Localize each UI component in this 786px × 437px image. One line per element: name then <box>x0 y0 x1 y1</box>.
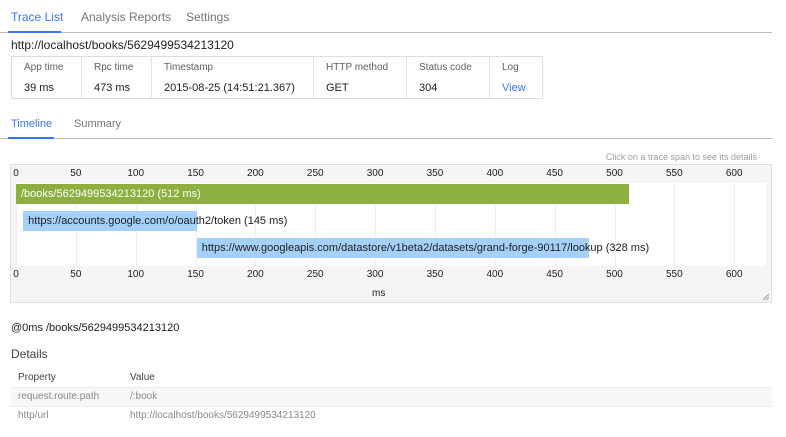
table-row: http/url http://localhost/books/56294995… <box>11 406 772 425</box>
timeline-tick-label-top: 450 <box>546 168 563 179</box>
timeline-tick-label-top: 600 <box>725 168 743 179</box>
value-cell: http://localhost/books/5629499534213120 <box>130 410 316 421</box>
main-tabs: Trace List Analysis Reports Settings <box>0 0 772 33</box>
timeline-tick-label-bottom: 450 <box>546 269 563 280</box>
timeline-tick-label-bottom: 550 <box>666 269 683 280</box>
timeline-gridline <box>674 183 676 266</box>
timeline-tick-label-bottom: 50 <box>70 269 82 280</box>
timeline-tick-label-bottom: 400 <box>486 269 504 280</box>
summary-col-app-time: App time 39 ms <box>12 57 81 98</box>
timeline-tick-label-top: 300 <box>366 168 384 179</box>
span-label[interactable]: https://accounts.google.com/o/oauth2/tok… <box>28 211 287 231</box>
timeline-tick-label-bottom: 100 <box>127 269 145 280</box>
summary-value: GET <box>326 82 349 94</box>
view-log-link[interactable]: View <box>502 82 526 94</box>
summary-col-log: Log View <box>489 57 543 98</box>
trace-url-title: http://localhost/books/5629499534213120 <box>11 38 234 52</box>
timeline-tick-label-top: 350 <box>426 168 444 179</box>
timeline-tick-label-top: 50 <box>70 168 82 179</box>
summary-value: 2015-08-25 (14:51:21.367) <box>164 82 295 94</box>
timeline-tick-label-top: 500 <box>606 168 623 179</box>
tab-settings[interactable]: Settings <box>186 10 229 24</box>
details-header-row: Property Value <box>11 369 772 387</box>
resize-handle-icon[interactable] <box>762 293 769 300</box>
tab-summary[interactable]: Summary <box>74 118 121 130</box>
trace-timeline: 0 0 50 50 100 100 150 150 200 200 250 250 300 300 350 3… <box>10 164 772 303</box>
selected-span-title: @0ms /books/5629499534213120 <box>11 322 180 334</box>
tab-trace-list[interactable]: Trace List <box>11 10 63 24</box>
timeline-tick-label-bottom: 250 <box>306 269 324 280</box>
span-label[interactable]: https://www.googleapis.com/datastore/v1b… <box>202 238 649 258</box>
summary-col-http-method: HTTP method GET <box>313 57 407 98</box>
summary-header: App time <box>24 62 64 73</box>
table-row: request.route.path /:book <box>11 387 772 406</box>
trace-summary-table: App time 39 ms Rpc time 473 ms Timestamp… <box>11 56 543 99</box>
summary-header: Status code <box>419 62 472 73</box>
summary-col-status-code: Status code 304 <box>406 57 490 98</box>
span-label[interactable]: /books/5629499534213120 (512 ms) <box>21 184 201 204</box>
timeline-tick-label-bottom: 500 <box>606 269 623 280</box>
details-header-property: Property <box>18 372 56 383</box>
timeline-tick-label-top: 250 <box>306 168 324 179</box>
timeline-tick-label-top: 100 <box>127 168 145 179</box>
details-heading: Details <box>11 347 48 361</box>
summary-header: Timestamp <box>164 62 214 73</box>
property-cell: http/url <box>18 410 49 421</box>
timeline-tick-label-bottom: 300 <box>366 269 384 280</box>
summary-value: 39 ms <box>24 82 54 94</box>
timeline-hint: Click on a trace span to see its details <box>605 152 757 162</box>
timeline-tick-label-bottom: 150 <box>187 269 204 280</box>
timeline-canvas: 0 0 50 50 100 100 150 150 200 200 250 250 300 300 350 3… <box>11 165 771 302</box>
timeline-tick-label-bottom: 600 <box>725 269 743 280</box>
value-cell: /:book <box>130 391 158 402</box>
summary-header: HTTP method <box>326 62 389 73</box>
timeline-tick-label-bottom: 0 <box>13 269 19 280</box>
timeline-tick-label-top: 400 <box>486 168 504 179</box>
tab-timeline[interactable]: Timeline <box>11 118 52 130</box>
summary-value: 304 <box>419 82 438 94</box>
timeline-tick-label-top: 550 <box>666 168 683 179</box>
summary-header: Rpc time <box>94 62 134 73</box>
details-header-value: Value <box>130 372 155 383</box>
property-cell: request.route.path <box>18 391 100 402</box>
timeline-tick-label-top: 200 <box>247 168 264 179</box>
summary-col-rpc-time: Rpc time 473 ms <box>81 57 152 98</box>
active-tab-indicator <box>8 31 61 33</box>
timeline-axis-unit: ms <box>372 288 386 299</box>
timeline-tick-label-top: 0 <box>13 168 19 179</box>
timeline-tick-label-top: 150 <box>187 168 204 179</box>
summary-header: Log <box>502 62 519 73</box>
summary-col-timestamp: Timestamp 2015-08-25 (14:51:21.367) <box>151 57 314 98</box>
timeline-tick-label-bottom: 200 <box>247 269 264 280</box>
timeline-gridline <box>734 183 736 266</box>
summary-value: 473 ms <box>94 82 131 94</box>
detail-tabs: Timeline Summary <box>0 112 772 139</box>
timeline-tick-label-bottom: 350 <box>426 269 444 280</box>
tab-analysis-reports[interactable]: Analysis Reports <box>81 10 171 24</box>
details-table: Property Value request.route.path /:book… <box>11 369 772 425</box>
active-subtab-indicator <box>8 137 54 139</box>
